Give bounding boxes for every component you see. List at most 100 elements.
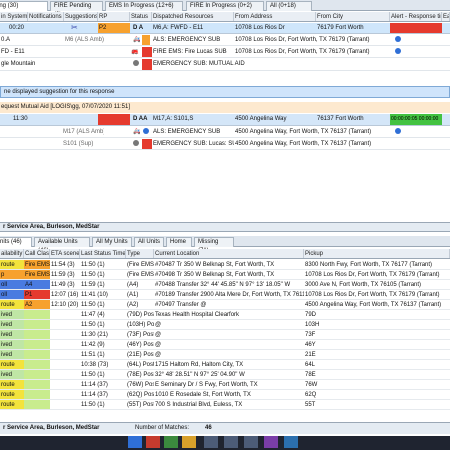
taskbar-app-icon[interactable] [204,436,218,448]
unit-row[interactable]: ived 11:50 (1) (78E) Post 32° 48' 28.51" N … [0,370,450,380]
unit-row[interactable]: p Fire EMS 11:59 (3) 11:50 (1) (Fire EMS) #70… [0,270,450,280]
unit-last-status: 11:14 (37) [81,382,108,388]
col-current-location[interactable]: Current Location [154,249,304,258]
tab-available-units[interactable]: Available Units (46) [34,237,90,254]
tab-home[interactable]: Home [166,237,192,247]
unit-pickup: 46Y [305,342,316,348]
taskbar-app-icon[interactable] [244,436,258,448]
col-type[interactable]: Type [126,249,154,258]
taskbar-app-icon[interactable] [146,436,160,448]
unit-type: (64L) Post [127,362,154,368]
unit-type: (103H) Post [127,322,154,328]
taskbar-app-icon[interactable] [284,436,298,448]
unit-row[interactable]: oll A4 11:49 (3) 11:59 (1) (A4) #70488 Transf… [0,280,450,290]
col-in-system[interactable]: in System [0,12,28,21]
suggestion-banner[interactable]: ne displayed suggestion for this respons… [0,86,450,98]
unit-row[interactable]: ived 11:42 (9) (46Y) Post @46Y [0,340,450,350]
unit-row[interactable]: ived 11:30 (21) (73F) Post @73F [0,330,450,340]
tab-all[interactable]: All (0+18) [266,1,312,11]
locate-icon[interactable] [394,35,402,45]
unit-call-class: Fire EMS [24,270,50,279]
unit-eta: 11:49 (3) [51,282,75,288]
col-availability[interactable]: ailability [0,249,24,258]
tab-fire-in-progress[interactable]: FIRE In Progress (0+2) [186,1,264,11]
resource-row[interactable]: S101 (Sup) EMERGENCY SUB: Lucas: SUPERVI… [0,139,450,150]
col-pickup[interactable]: Pickup [304,249,450,258]
unit-row[interactable]: route Fire EMS 11:54 (3) 11:50 (1) (Fire EMS… [0,260,450,270]
unit-call-class: P1 [24,290,50,299]
unit-pickup: 3000 Ave N, Fort Worth, TX 76105 (Tarran… [305,282,422,288]
unit-availability: route [0,380,24,389]
unit-call-class [24,350,50,359]
resource-row[interactable]: 0.A M6 (ALS Amb) 🚑 ALS: EMERGENCY SUB 10… [0,35,450,46]
unit-row[interactable]: route 11:14 (37) (62Q) Post 1010 E Rosedale… [0,390,450,400]
col-rp[interactable]: RP [98,12,130,21]
incident-grid-header: in System Notifications Suggestions RP S… [0,12,450,22]
unit-call-class [24,380,50,389]
unit-eta [50,320,80,329]
tab-all-my-units[interactable]: All My Units [92,237,132,247]
section-title: r Service Area, Burleson, MedStar [0,222,450,232]
resource-row[interactable]: M17 (ALS Amb) 🚑 ALS: EMERGENCY SUB 4500 … [0,127,450,138]
unit-row[interactable]: route 10:38 (73) (64L) Post 1715 Haltom Rd,… [0,360,450,370]
unit-location: 32° 48' 28.51" N 97° 25' 04.90" W [155,372,245,378]
col-from-address[interactable]: From Address [234,12,316,21]
col-status[interactable]: Status [130,12,152,21]
taskbar-app-icon[interactable] [164,436,178,448]
unit-availability: ived [0,340,24,349]
unit-grid-body: route Fire EMS 11:54 (3) 11:50 (1) (Fire EMS… [0,260,450,414]
tab-ems-in-progress[interactable]: EMS In Progress (12+6) [105,1,183,11]
unit-last-status: 11:42 (9) [81,342,105,348]
col-from-city[interactable]: From City [316,12,390,21]
taskbar-app-icon[interactable] [128,436,142,448]
taskbar-app-icon[interactable] [224,436,238,448]
locate-icon[interactable] [394,127,402,137]
col-ea[interactable]: Ea [442,12,450,21]
footer-area: r Service Area, Burleson, MedStar [3,425,100,431]
incident-row[interactable]: 00:20 ✂ P2 D A M6,A: FWFD - E11 10708 Lo… [0,23,450,34]
tab-fire-pending[interactable]: FIRE Pending (0) [50,1,103,18]
unit-status-badge [142,59,152,70]
unit-availability: route [0,300,24,309]
unit-eta [50,340,80,349]
tab-pending[interactable]: ing (30) [0,1,48,11]
resource-row[interactable]: gle Mountain EMERGENCY SUB: MUTUAL AID [0,59,450,71]
unit-row[interactable]: oll P1 12:07 (16) 11:41 (10) (A1) #70189 Tran… [0,290,450,300]
col-suggestions[interactable]: Suggestions [64,12,98,21]
unit-row[interactable]: route A2 12:10 (20) 11:50 (1) (A2) #70497 Tra… [0,300,450,310]
col-alert[interactable]: Alert - Response time [390,12,442,21]
unit-type: (Fire EMS) [127,272,154,278]
unit-row[interactable]: ived 11:51 (1) (21E) Post @21E [0,350,450,360]
tab-missing[interactable]: Missing (71) [194,237,234,254]
suggestion-icon[interactable]: ✂ [70,23,84,33]
incident-row[interactable]: 11:30 D AA M17,A: S101,S 4500 Angelina W… [0,114,450,126]
col-call-class[interactable]: Call Class [24,249,50,258]
unit-row[interactable]: ived 11:50 (1) (103H) Post@103H [0,320,450,330]
tab-all-units[interactable]: All Units [134,237,164,247]
section-title-text: r Service Area, Burleson, MedStar [3,224,100,230]
locate-icon[interactable] [142,127,150,137]
unit-row[interactable]: route 11:50 (1) (55T) Post 700 S Industrial… [0,400,450,410]
tab-units[interactable]: nits (46) [0,237,32,247]
locate-icon[interactable] [394,47,402,57]
unit-call-class [24,340,50,349]
col-dispatched[interactable]: Dispatched Resources [152,12,234,21]
unit-location: #70487 Tr 350 W Belknap St, Fort Worth, … [155,262,275,268]
unit-call-class [24,390,50,399]
unit-row[interactable]: route 11:14 (37) (76W) PostE Seminary Dr /… [0,380,450,390]
unit-availability: p [0,270,24,279]
unit-call-class: A4 [24,280,50,289]
dispatched-value: M6,A: FWFD - E11 [153,25,204,31]
col-last-status-time[interactable]: Last Status Time [80,249,126,258]
unit-call-class: Fire EMS [24,260,50,269]
col-notifications[interactable]: Notifications [28,12,64,21]
col-eta-scene[interactable]: ETA scene [50,249,80,258]
unit-status-badge [142,47,152,57]
taskbar-app-icon[interactable] [264,436,278,448]
unit-pickup: 76W [305,382,318,388]
taskbar-app-icon[interactable] [182,436,196,448]
resource-row[interactable]: FD - E11 🚒 FIRE EMS: Fire Lucas SUB 1070… [0,47,450,58]
unit-row[interactable]: ived 11:47 (4) (79D) Post Texas Health Hosp… [0,310,450,320]
unit-pickup: 62Q [305,392,317,398]
from-city-value: 76137 Fort Worth [317,116,364,122]
